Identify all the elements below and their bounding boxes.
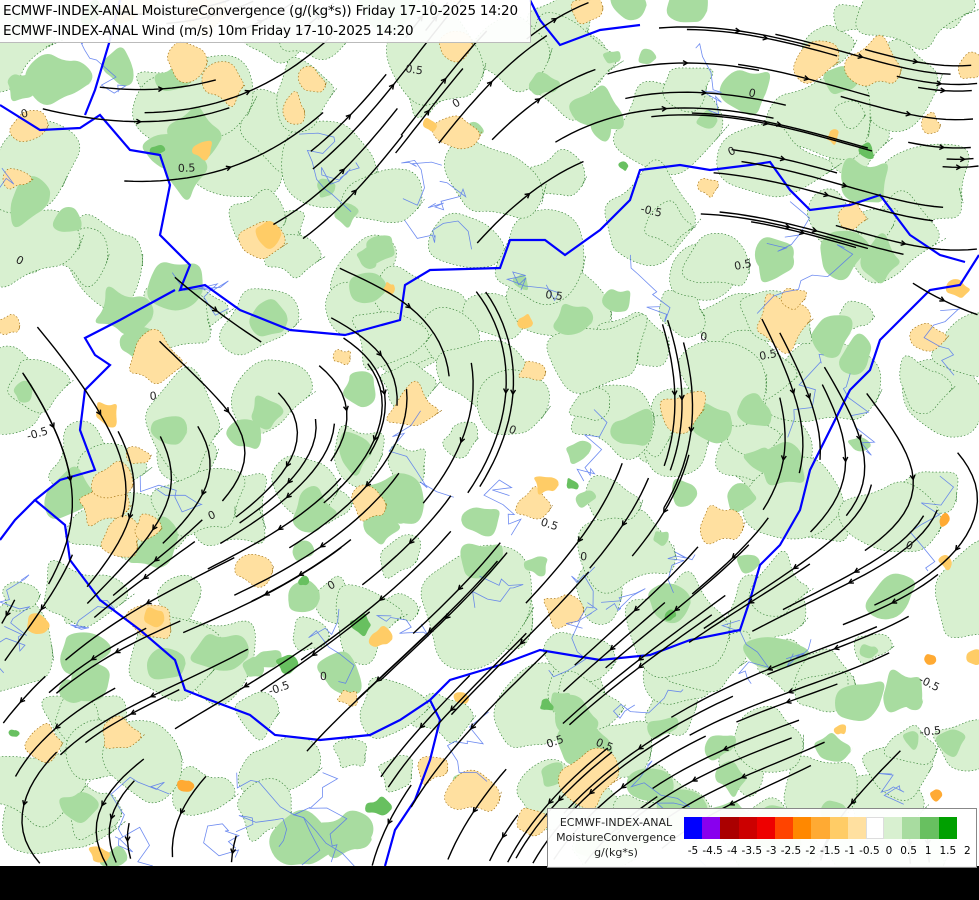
legend-tick-label: -5 <box>687 845 699 857</box>
legend-swatch <box>793 817 812 839</box>
legend-tick-label: -2 <box>805 845 816 857</box>
contour-label: 0.5 <box>178 161 196 175</box>
legend-swatch <box>829 817 848 839</box>
legend-tick-label: -2.5 <box>780 845 802 857</box>
contour-label: 0.5 <box>405 62 424 77</box>
legend-tick-label: 1 <box>924 845 932 857</box>
legend-model: ECMWF-INDEX-ANAL <box>559 816 673 829</box>
wind-streamline <box>946 157 974 161</box>
legend-swatches <box>684 817 957 839</box>
legend-tick-label: 0.5 <box>900 845 917 857</box>
legend-swatch <box>756 817 775 839</box>
legend-tick-label: 0 <box>885 845 893 857</box>
legend-tick-label: -1 <box>844 845 856 857</box>
legend-swatch <box>884 817 903 839</box>
legend-tick-label: -3 <box>766 845 777 857</box>
contour-label: 0.5 <box>545 288 564 303</box>
legend-swatch <box>865 817 885 839</box>
legend-parameter: MoistureConvergence <box>556 831 676 844</box>
moisture-title: ECMWF-INDEX-ANAL MoistureConvergence (g/… <box>3 3 518 19</box>
legend-tick-label: -3.5 <box>741 845 763 857</box>
legend-swatch <box>847 817 866 839</box>
contour-label: 0 <box>149 389 157 403</box>
legend-swatch <box>774 817 794 839</box>
legend-swatch <box>738 817 757 839</box>
legend-swatch <box>720 817 739 839</box>
contour-label: 0 <box>580 550 588 563</box>
contour-label: 0 <box>320 670 327 683</box>
legend-tick-label: 2 <box>964 845 971 857</box>
legend-swatch <box>684 817 703 839</box>
contour-label: 0 <box>700 330 708 343</box>
color-legend: ECMWF-INDEX-ANAL MoistureConvergence g/(… <box>547 808 977 868</box>
legend-swatch <box>902 817 921 839</box>
contour-label: -0.5 <box>919 724 942 739</box>
legend-tick-label: -4 <box>726 845 738 857</box>
title-box: ECMWF-INDEX-ANAL MoistureConvergence (g/… <box>0 0 531 43</box>
legend-swatch <box>702 817 721 839</box>
legend-unit: g/(kg*s) <box>594 846 638 859</box>
legend-swatch <box>938 817 957 839</box>
wind-title: ECMWF-INDEX-ANAL Wind (m/s) 10m Friday 1… <box>3 23 414 39</box>
legend-tick-label: -0.5 <box>859 845 880 857</box>
map-viewport: 0 0.5 -0.5 0 0.5 0 0 0.5 -0.5 0 0.5 0 -0.5 0 0.5 0 0.5 0 0… <box>0 0 979 900</box>
moisture-convergence-map: 00.5-0.5 00.5000.5-0.500.50-0.500.500.500… <box>0 0 979 900</box>
legend-title: ECMWF-INDEX-ANAL MoistureConvergence g/(… <box>548 815 684 860</box>
legend-tick-label: -1.5 <box>819 845 841 857</box>
legend-swatch <box>920 817 939 839</box>
legend-tick-label: -4.5 <box>702 845 723 857</box>
legend-swatch <box>811 817 830 839</box>
legend-tick-label: 1.5 <box>939 845 957 857</box>
legend-ticks: -5 -4.5 -4 -3.5 -3 -2.5 -2 -1.5 -1 -0.5 0 0.5 1 1.5 2 <box>684 845 975 859</box>
footer-strip <box>0 866 979 900</box>
